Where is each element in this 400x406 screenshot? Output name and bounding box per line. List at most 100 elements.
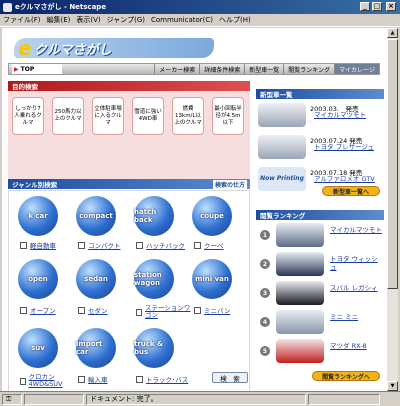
search-howto-link[interactable]: 検索の仕方 — [212, 179, 247, 189]
ranking-car-name[interactable]: マツダ RX-8 — [330, 342, 367, 350]
compact-genre-icon[interactable]: compact — [76, 196, 116, 236]
scroll-up-icon[interactable]: ▲ — [387, 28, 398, 38]
wagon-genre-icon[interactable]: station wagon — [134, 259, 174, 299]
scroll-down-icon[interactable]: ▼ — [387, 381, 398, 391]
genre-checkbox-hatchback[interactable]: ハッチバック — [136, 240, 185, 250]
kcar-genre-icon[interactable]: k car — [18, 196, 58, 236]
ranking-item[interactable]: 1 マイカルマツモト — [256, 222, 384, 248]
nav-maker-search[interactable]: メーカー検索 — [154, 64, 199, 74]
nav-my-garage[interactable]: マイカレージ — [334, 64, 379, 74]
nav-new-models[interactable]: 新型車一覧 — [244, 64, 283, 74]
genre-label[interactable]: ハッチバック — [146, 240, 185, 250]
menu-help[interactable]: ヘルプ(H) — [219, 15, 251, 25]
checkbox[interactable] — [20, 241, 27, 249]
checkbox[interactable] — [78, 375, 85, 383]
genre-checkbox-coupe[interactable]: クーペ — [194, 240, 224, 250]
checkbox[interactable] — [78, 241, 85, 249]
sedan-genre-icon[interactable]: sedan — [76, 259, 116, 299]
genre-checkbox-open[interactable]: オープン — [20, 305, 56, 315]
status-bar: ⚿ ドキュメント: 完了。 — [0, 391, 400, 406]
genre-checkbox-wagon[interactable]: ステーションワゴン — [136, 305, 192, 319]
open-genre-icon[interactable]: open — [18, 259, 58, 299]
now-printing-thumbnail[interactable]: Now Printing — [258, 167, 306, 191]
genre-label[interactable]: 輸入車 — [88, 374, 108, 384]
purpose-button[interactable]: 250馬力以上のクルマ — [52, 97, 84, 135]
newcar-name[interactable]: アルファロメオ GTV — [314, 175, 375, 183]
checkbox[interactable] — [78, 306, 85, 314]
newcar-name[interactable]: トヨタ プレサージュ — [314, 143, 374, 151]
ranking-car-name[interactable]: トヨタ ウィッシュ — [330, 255, 384, 271]
close-icon[interactable]: × — [386, 2, 396, 11]
coupe-genre-icon[interactable]: coupe — [192, 196, 232, 236]
newcar-item[interactable]: 2003.07.24 発売 トヨタ プレサージュ — [256, 133, 384, 163]
car-thumbnail[interactable] — [276, 339, 324, 363]
genre-label[interactable]: コンパクト — [88, 240, 121, 250]
genre-label[interactable]: 軽自動車 — [30, 240, 56, 250]
purpose-button[interactable]: 雪道に強い4WD車 — [132, 97, 164, 135]
suv-genre-icon[interactable]: suv — [18, 328, 58, 368]
newcars-more-button[interactable]: 新型車一覧へ — [322, 186, 380, 196]
purpose-button[interactable]: 立体駐車場に入るクルマ — [92, 97, 124, 135]
car-thumbnail[interactable] — [276, 310, 324, 334]
maximize-icon[interactable]: □ — [372, 2, 382, 11]
car-thumbnail[interactable] — [276, 223, 324, 247]
checkbox[interactable] — [136, 241, 143, 249]
genre-checkbox-suv[interactable]: クロカン 4WD&SUV — [20, 374, 72, 388]
nav-ranking[interactable]: 閲覧ランキング — [283, 64, 334, 74]
genre-label[interactable]: トラック･バス — [146, 374, 188, 384]
checkbox[interactable] — [20, 306, 27, 314]
genre-checkbox-sedan[interactable]: セダン — [78, 305, 108, 315]
ranking-car-name[interactable]: スバル レガシィ — [330, 284, 378, 292]
minivan-genre-icon[interactable]: mini van — [192, 259, 232, 299]
purpose-button[interactable]: しっかり7人乗れるクルマ — [12, 97, 44, 135]
import-genre-icon[interactable]: import car — [76, 328, 116, 368]
vertical-scrollbar[interactable]: ▲ ▼ — [387, 28, 398, 391]
menu-communicator[interactable]: Communicator(C) — [151, 16, 213, 24]
car-thumbnail[interactable] — [258, 103, 306, 127]
car-thumbnail[interactable] — [276, 281, 324, 305]
genre-label[interactable]: クーペ — [204, 240, 224, 250]
purpose-button[interactable]: 最小回転半径が4.5m以下 — [212, 97, 244, 135]
menu-view[interactable]: 表示(V) — [76, 15, 100, 25]
ranking-car-name[interactable]: ミニ ミニ — [330, 313, 358, 321]
ranking-more-button[interactable]: 閲覧ランキングへ — [312, 371, 380, 381]
ranking-item[interactable]: 2 トヨタ ウィッシュ — [256, 251, 384, 277]
genre-label[interactable]: セダン — [88, 305, 108, 315]
hatchback-genre-icon[interactable]: hatch back — [134, 196, 174, 236]
checkbox[interactable] — [20, 377, 26, 385]
security-icon[interactable]: ⚿ — [2, 393, 22, 405]
newcar-name[interactable]: マイカルマツモト — [314, 111, 366, 119]
site-logo[interactable]: e クルマさがし — [14, 34, 234, 60]
menu-edit[interactable]: 編集(E) — [47, 15, 71, 25]
genre-checkbox-import[interactable]: 輸入車 — [78, 374, 108, 384]
menu-go[interactable]: ジャンプ(G) — [107, 15, 145, 25]
genre-label[interactable]: ミニバン — [204, 305, 230, 315]
car-thumbnail[interactable] — [276, 252, 324, 276]
checkbox[interactable] — [194, 241, 201, 249]
truck-genre-icon[interactable]: truck & bus — [134, 328, 174, 368]
genre-label[interactable]: オープン — [30, 305, 56, 315]
ranking-title: 閲覧ランキング — [260, 212, 306, 220]
genre-label[interactable]: ステーションワゴン — [145, 305, 192, 319]
ranking-item[interactable]: 5 マツダ RX-8 — [256, 338, 384, 364]
genre-checkbox-compact[interactable]: コンパクト — [78, 240, 121, 250]
genre-checkbox-truck[interactable]: トラック･バス — [136, 374, 188, 384]
menu-file[interactable]: ファイル(F) — [3, 15, 41, 25]
car-thumbnail[interactable] — [258, 135, 306, 159]
ranking-car-name[interactable]: マイカルマツモト — [330, 226, 382, 234]
nav-detail-search[interactable]: 詳細条件検索 — [199, 64, 244, 74]
ranking-item[interactable]: 4 ミニ ミニ — [256, 309, 384, 335]
genre-search-button[interactable]: 検 索 — [212, 372, 248, 383]
genre-checkbox-kcar[interactable]: 軽自動車 — [20, 240, 56, 250]
newcar-item[interactable]: 2003.03. 発売 マイカルマツモト — [256, 101, 384, 131]
genre-checkbox-minivan[interactable]: ミニバン — [194, 305, 230, 315]
ranking-item[interactable]: 3 スバル レガシィ — [256, 280, 384, 306]
checkbox[interactable] — [194, 306, 201, 314]
checkbox[interactable] — [136, 308, 143, 316]
purpose-button[interactable]: 燃費13km/L以上のクルマ — [172, 97, 204, 135]
minimize-icon[interactable]: _ — [360, 2, 370, 11]
genre-label[interactable]: クロカン 4WD&SUV — [29, 374, 73, 388]
nav-top-link[interactable]: ▶ TOP — [12, 64, 62, 74]
checkbox[interactable] — [136, 375, 143, 383]
scroll-thumb[interactable] — [387, 39, 398, 289]
